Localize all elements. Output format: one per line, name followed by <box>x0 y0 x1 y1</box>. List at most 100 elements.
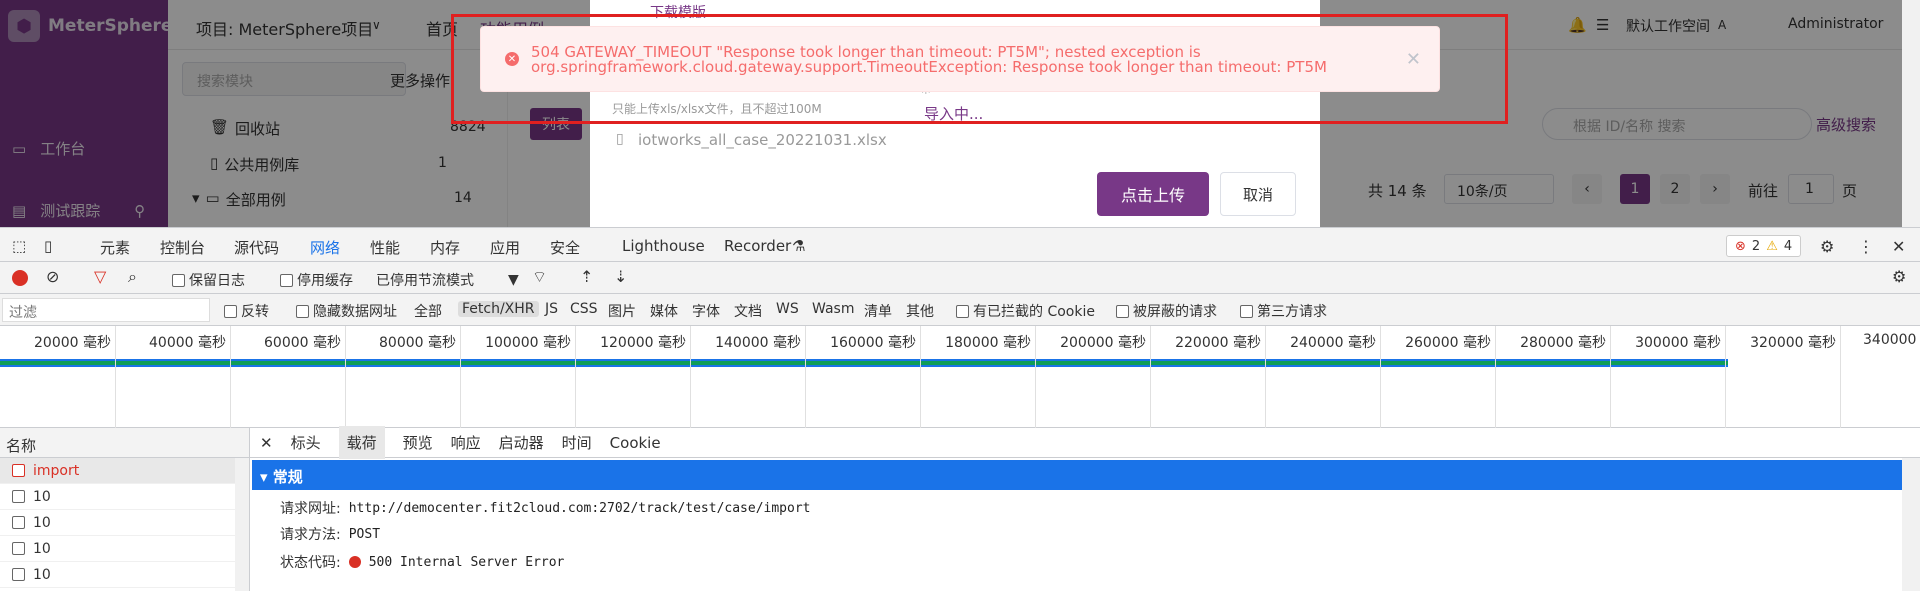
type-img[interactable]: 图片 <box>608 301 636 321</box>
checkbox-box[interactable] <box>172 273 185 287</box>
request-name: 10 <box>33 488 51 505</box>
device-toggle-icon[interactable]: ▯ <box>44 237 52 255</box>
invert-checkbox[interactable]: 反转 <box>224 301 269 321</box>
tab-elements[interactable]: 元素 <box>100 237 130 258</box>
type-css[interactable]: CSS <box>570 301 598 317</box>
timeline-tick-label: 260000 毫秒 <box>1405 335 1491 351</box>
type-other[interactable]: 其他 <box>906 301 934 321</box>
file-icon <box>12 516 25 529</box>
network-toolbar: ⊘ ▽ ⌕ 保留日志 停用缓存 已停用节流模式 ▼ ⌔ ⇡ ⇣ ⚙ <box>0 262 1920 294</box>
request-row[interactable]: 10 <box>0 484 249 510</box>
checkbox-box[interactable] <box>1116 304 1129 318</box>
tab-console[interactable]: 控制台 <box>160 237 205 258</box>
tab-sources[interactable]: 源代码 <box>234 237 279 258</box>
disable-cache-label: 停用缓存 <box>297 273 353 289</box>
request-name: 10 <box>33 514 51 531</box>
request-row[interactable]: 10 <box>0 510 249 536</box>
blocked-cookies-checkbox[interactable]: 有已拦截的 Cookie <box>956 301 1095 321</box>
throttle-select[interactable]: 已停用节流模式 ▼ <box>376 270 519 290</box>
network-conditions-icon[interactable]: ⌔ <box>532 267 547 287</box>
uploaded-file-name[interactable]: iotworks_all_case_20221031.xlsx <box>638 131 887 149</box>
type-all[interactable]: 全部 <box>414 301 442 321</box>
tab-memory[interactable]: 内存 <box>430 237 460 258</box>
checkbox-box[interactable] <box>280 273 293 287</box>
timeline-tick-label: 240000 毫秒 <box>1290 335 1376 351</box>
tab-timing[interactable]: 时间 <box>562 432 592 453</box>
filter-input[interactable]: 过滤 <box>2 298 210 322</box>
more-options-icon[interactable]: ⋮ <box>1858 237 1874 256</box>
timeline-tick-label: 220000 毫秒 <box>1175 335 1261 351</box>
timeline-tick-label: 320000 毫秒 <box>1750 335 1836 351</box>
timeline-tick-label: 100000 毫秒 <box>485 335 571 351</box>
flask-icon: ⚗ <box>792 237 806 255</box>
tab-cookies[interactable]: Cookie <box>610 434 661 452</box>
file-icon <box>12 568 25 581</box>
hide-data-urls-checkbox[interactable]: 隐藏数据网址 <box>296 301 397 321</box>
page-scrollbar[interactable] <box>1902 0 1920 227</box>
disable-cache-checkbox[interactable]: 停用缓存 <box>280 270 353 290</box>
network-overview-timeline[interactable]: 20000 毫秒 40000 毫秒 60000 毫秒 80000 毫秒 100000 毫… <box>0 326 1920 428</box>
tab-headers[interactable]: 标头 <box>291 432 321 453</box>
detail-scrollbar[interactable] <box>1902 458 1920 591</box>
general-section-header[interactable]: ▾ 常规 <box>252 460 1902 490</box>
type-doc[interactable]: 文档 <box>734 301 762 321</box>
tab-initiator[interactable]: 启动器 <box>499 432 544 453</box>
tab-payload[interactable]: 载荷 <box>338 426 385 459</box>
settings-gear-icon[interactable]: ⚙ <box>1820 237 1834 256</box>
preserve-log-label: 保留日志 <box>189 273 245 289</box>
upload-button[interactable]: 点击上传 <box>1097 172 1209 216</box>
export-har-icon[interactable]: ⇣ <box>614 267 627 286</box>
file-icon <box>12 464 25 477</box>
request-row[interactable]: 10 <box>0 562 249 588</box>
tab-lighthouse[interactable]: Lighthouse <box>622 237 705 255</box>
type-media[interactable]: 媒体 <box>650 301 678 321</box>
third-party-checkbox[interactable]: 第三方请求 <box>1240 301 1327 321</box>
type-manifest[interactable]: 清单 <box>864 301 892 321</box>
timeline-tick-label: 160000 毫秒 <box>830 335 916 351</box>
clear-icon[interactable]: ⊘ <box>46 267 59 286</box>
tab-recorder[interactable]: Recorder <box>724 237 791 255</box>
request-list-scrollbar[interactable] <box>235 458 249 591</box>
search-icon[interactable]: ⌕ <box>128 267 137 287</box>
status-code-row: 状态代码: 500 Internal Server Error <box>280 552 564 572</box>
tab-network[interactable]: 网络 <box>301 237 349 268</box>
inspect-icon[interactable]: ⬚ <box>12 237 26 255</box>
checkbox-box[interactable] <box>224 304 237 318</box>
request-name: import <box>33 462 80 479</box>
name-column-header[interactable]: 名称 <box>0 428 249 458</box>
close-detail-icon[interactable]: ✕ <box>260 434 273 452</box>
timeline-tick-label: 80000 毫秒 <box>379 335 456 351</box>
checkbox-box[interactable] <box>1240 304 1253 318</box>
request-list: 名称 import 10 10 10 10 <box>0 428 250 591</box>
type-font[interactable]: 字体 <box>692 301 720 321</box>
tab-security[interactable]: 安全 <box>550 237 580 258</box>
preserve-log-checkbox[interactable]: 保留日志 <box>172 270 245 290</box>
tab-application[interactable]: 应用 <box>490 237 520 258</box>
file-icon <box>12 490 25 503</box>
type-fetch-xhr[interactable]: Fetch/XHR <box>458 301 539 317</box>
checkbox-box[interactable] <box>956 304 969 318</box>
checkbox-box[interactable] <box>296 304 309 318</box>
import-har-icon[interactable]: ⇡ <box>580 267 593 286</box>
timeline-tick-label: 60000 毫秒 <box>264 335 341 351</box>
timeline-tick-label: 300000 毫秒 <box>1635 335 1721 351</box>
tab-preview[interactable]: 预览 <box>403 432 433 453</box>
throttle-label: 已停用节流模式 <box>376 273 474 289</box>
tab-response[interactable]: 响应 <box>451 432 481 453</box>
filter-icon[interactable]: ▽ <box>94 267 106 286</box>
third-party-label: 第三方请求 <box>1257 304 1327 320</box>
status-value: 500 Internal Server Error <box>368 554 565 570</box>
request-row[interactable]: import <box>0 458 249 484</box>
record-icon[interactable] <box>12 270 28 286</box>
type-ws[interactable]: WS <box>776 301 799 317</box>
type-wasm[interactable]: Wasm <box>812 301 854 317</box>
network-settings-icon[interactable]: ⚙ <box>1892 267 1906 286</box>
timeline-tick-label: 40000 毫秒 <box>149 335 226 351</box>
issues-counter[interactable]: ⊗ 2 ⚠ 4 <box>1726 235 1802 257</box>
blocked-requests-checkbox[interactable]: 被屏蔽的请求 <box>1116 301 1217 321</box>
cancel-button[interactable]: 取消 <box>1220 172 1296 216</box>
type-js[interactable]: JS <box>545 301 558 317</box>
request-row[interactable]: 10 <box>0 536 249 562</box>
tab-performance[interactable]: 性能 <box>370 237 400 258</box>
close-devtools-icon[interactable]: ✕ <box>1892 237 1905 256</box>
